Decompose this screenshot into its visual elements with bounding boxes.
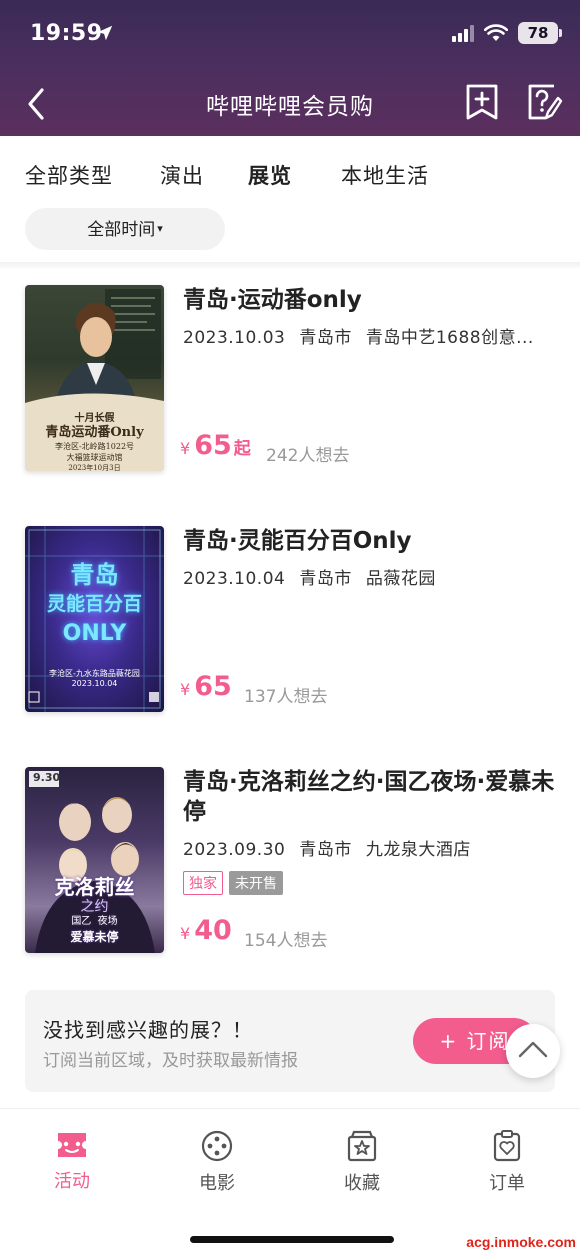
event-card[interactable]: 十月长假 青岛运动番Only 李沧区-北岭路1022号 大福篮球运动馆 2023… [0,285,580,475]
event-venue: 品薇花园 [365,569,436,589]
star-box-icon [347,1130,377,1162]
not-on-sale-badge: 未开售 [229,871,283,895]
chevron-up-icon [518,1041,548,1058]
header: 19:59 78 哔哩哔哩会员购 [0,0,580,136]
event-meta: 2023.10.03 青岛市 青岛中艺1688创意... [183,323,563,348]
home-indicator[interactable] [190,1236,394,1243]
subscribe-card: 没找到感兴趣的展？！ 订阅当前区域，及时获取最新情报 + 订阅 [25,990,555,1092]
event-meta: 2023.10.04 青岛市 品薇花园 [183,564,563,589]
poster-text: 2023.10.04 [71,679,118,688]
poster-text: 李沧区-九水东路品薇花园 [49,669,140,678]
want-count: 242人想去 [266,446,350,466]
event-card[interactable]: 青岛 灵能百分百 ONLY 李沧区-九水东路品薇花园 2023.10.04 青岛… [0,526,580,716]
bottom-nav-activities[interactable]: 活动 [22,1129,122,1193]
event-price: ¥65 [180,671,232,702]
cellular-signal-icon [452,24,474,42]
bottom-nav-label: 活动 [54,1171,90,1192]
price-value: 40 [194,915,232,946]
event-city: 青岛市 [299,840,352,860]
time-filter-dropdown[interactable]: 全部时间 ▾ [25,208,225,250]
bottom-nav-favorites[interactable]: 收藏 [312,1129,412,1195]
status-time: 19:59 [30,21,103,46]
event-price: ¥65 起 [180,430,251,461]
event-date: 2023.10.03 [183,328,286,348]
event-card[interactable]: 9.30 克洛莉丝 之约 国乙 夜场 爱慕未停 青岛·克洛莉丝之约·国乙夜场·爱… [0,767,580,957]
poster-text: 爱慕未停 [70,930,119,944]
event-tags: 独家 未开售 [183,871,283,895]
want-count: 154人想去 [244,931,328,951]
event-title[interactable]: 青岛·运动番only [183,285,563,315]
bottom-nav-label: 电影 [199,1173,235,1194]
tab-exhibitions[interactable]: 展览 [248,160,292,193]
wifi-icon [484,24,508,41]
price-suffix: 起 [233,439,251,459]
ticket-icon [58,1133,86,1157]
watermark: acg.inmoke.com [466,1234,576,1250]
tab-local-life[interactable]: 本地生活 [341,160,429,190]
tab-shows[interactable]: 演出 [160,160,204,190]
event-venue: 九龙泉大酒店 [365,840,471,860]
tab-all-types[interactable]: 全部类型 [25,160,113,190]
want-count: 137人想去 [244,687,328,707]
exclusive-badge: 独家 [183,871,223,895]
event-poster[interactable]: 青岛 灵能百分百 ONLY 李沧区-九水东路品薇花园 2023.10.04 [25,526,164,712]
price-value: 65 [194,671,232,702]
subscribe-desc: 订阅当前区域，及时获取最新情报 [43,1051,298,1071]
poster-text: 十月长假 [74,413,115,424]
poster-text: 9.30 [33,771,61,784]
caret-down-icon: ▾ [157,222,163,235]
subscribe-title: 没找到感兴趣的展？！ [43,1018,253,1042]
feedback-icon[interactable] [524,82,564,122]
divider [0,262,580,268]
event-city: 青岛市 [299,328,352,348]
event-poster[interactable]: 十月长假 青岛运动番Only 李沧区-北岭路1022号 大福篮球运动馆 2023… [25,285,164,471]
event-poster[interactable]: 9.30 克洛莉丝 之约 国乙 夜场 爱慕未停 [25,767,164,953]
event-date: 2023.10.04 [183,569,286,589]
price-value: 65 [194,430,232,461]
poster-text: 克洛莉丝 [54,875,135,899]
nav-bar: 哔哩哔哩会员购 [0,78,580,130]
category-tabs: 全部类型 演出 展览 本地生活 [0,136,580,212]
event-date: 2023.09.30 [183,840,286,860]
order-heart-icon [493,1130,521,1162]
status-indicators: 78 [452,22,562,44]
poster-text: 之约 [80,899,109,915]
film-reel-icon [201,1130,233,1162]
poster-text: ONLY [62,621,127,646]
poster-text: 大福篮球运动馆 [66,453,123,462]
location-arrow-icon [97,25,113,41]
bottom-nav-label: 收藏 [344,1173,380,1194]
bottom-nav-movies[interactable]: 电影 [167,1129,267,1195]
bottom-nav-label: 订单 [489,1173,525,1194]
event-city: 青岛市 [299,569,352,589]
event-meta: 2023.09.30 青岛市 九龙泉大酒店 [183,835,563,860]
bookmark-add-icon[interactable] [462,82,502,122]
poster-text: 李沧区-北岭路1022号 [54,442,135,451]
poster-text: 青岛运动番Only [45,425,144,440]
battery-indicator: 78 [518,22,562,44]
poster-text: 青岛 [70,561,119,589]
event-venue: 青岛中艺1688创意... [365,328,534,348]
scroll-to-top-button[interactable] [506,1024,560,1078]
status-bar: 19:59 78 [0,18,580,52]
poster-text: 灵能百分百 [46,593,142,615]
event-price: ¥40 [180,915,232,946]
bottom-nav-orders[interactable]: 订单 [457,1129,557,1195]
poster-text: 夜场 [97,916,118,927]
poster-text: 国乙 [71,916,92,927]
poster-text: 2023年10月3日 [68,464,121,471]
time-filter-label: 全部时间 [87,220,156,240]
event-title[interactable]: 青岛·灵能百分百Only [183,526,563,556]
event-title[interactable]: 青岛·克洛莉丝之约·国乙夜场·爱慕未停 [183,767,563,827]
